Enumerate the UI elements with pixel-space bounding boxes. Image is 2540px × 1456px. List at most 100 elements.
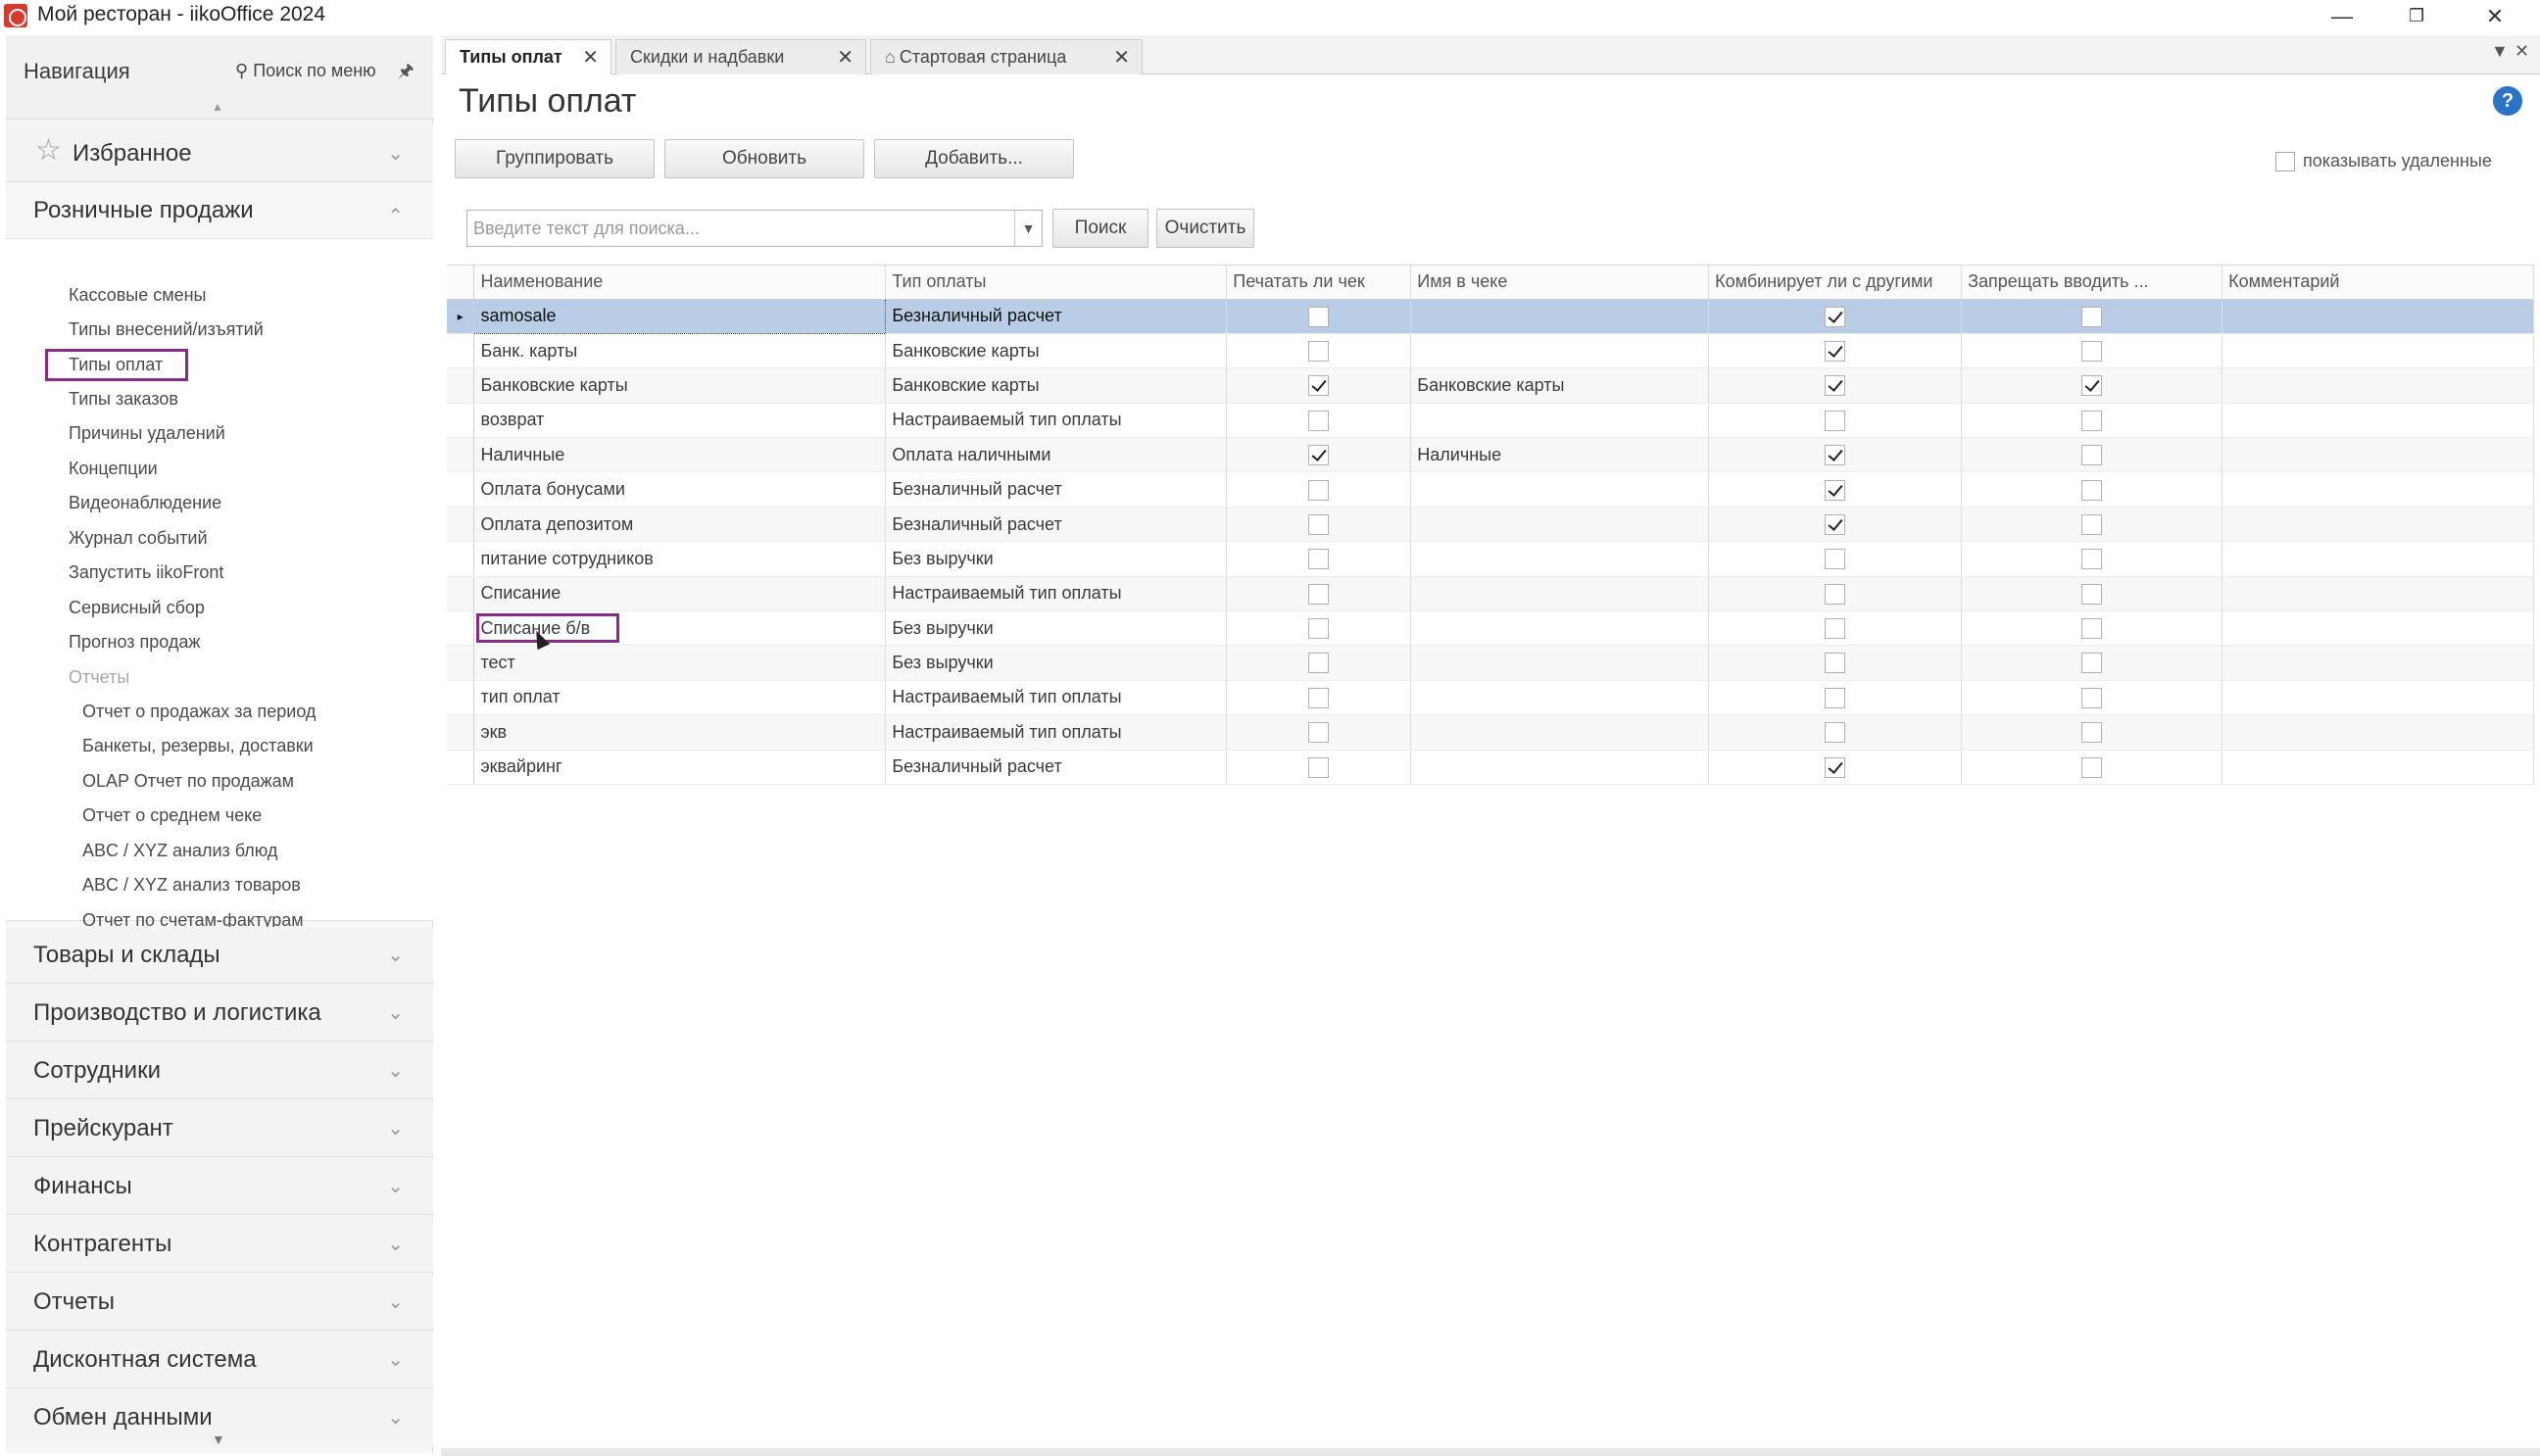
checkbox[interactable] xyxy=(1825,687,1846,708)
checkbox[interactable] xyxy=(1825,583,1846,605)
checkbox[interactable] xyxy=(2081,410,2103,431)
row-indicator[interactable] xyxy=(447,750,475,785)
cell-receipt-name[interactable] xyxy=(1410,299,1710,334)
cell-name[interactable]: тип оплат xyxy=(473,680,887,716)
cell-print[interactable] xyxy=(1226,437,1412,473)
cell-type[interactable]: Безналичный расчет xyxy=(885,750,1228,785)
row-indicator[interactable] xyxy=(447,610,475,647)
cell-comment[interactable] xyxy=(2222,680,2534,716)
cell-receipt-name[interactable]: Банковские карты xyxy=(1410,367,1710,404)
cell-forbid[interactable] xyxy=(1961,507,2223,543)
table-row[interactable]: Списание б/в Без выручки xyxy=(447,610,2534,647)
cell-combine[interactable] xyxy=(1708,645,1963,681)
close-icon[interactable]: ✕ xyxy=(582,45,599,70)
section-favorites[interactable]: ☆ Избранное ⌄ xyxy=(6,125,433,182)
checkbox[interactable] xyxy=(2081,513,2103,535)
help-icon[interactable]: ? xyxy=(2493,86,2522,116)
table-row[interactable]: тест Без выручки xyxy=(447,645,2534,681)
nav-report-banquets[interactable]: Банкеты, резервы, доставки xyxy=(82,736,314,756)
cell-receipt-name[interactable] xyxy=(1410,541,1710,577)
cell-type[interactable]: Настраиваемый тип оплаты xyxy=(885,714,1228,751)
cell-type[interactable]: Безналичный расчет xyxy=(885,471,1228,508)
nav-item-service-fee[interactable]: Сервисный сбор xyxy=(69,598,205,618)
checkbox[interactable] xyxy=(1308,653,1330,674)
checkbox[interactable] xyxy=(1308,756,1330,778)
section-goods[interactable]: Товары и склады ⌄ xyxy=(6,927,433,984)
cell-receipt-name[interactable] xyxy=(1410,403,1710,439)
cell-forbid[interactable] xyxy=(1961,471,2223,508)
row-indicator[interactable] xyxy=(447,680,475,716)
cell-forbid[interactable] xyxy=(1961,299,2223,334)
chevron-down-icon[interactable]: ▼ xyxy=(1014,211,1042,246)
cell-type[interactable]: Безналичный расчет xyxy=(885,507,1228,543)
checkbox[interactable] xyxy=(2081,340,2103,362)
table-row[interactable]: Наличные Оплата наличными Наличные xyxy=(447,437,2534,473)
cell-type[interactable]: Настраиваемый тип оплаты xyxy=(885,403,1228,439)
cell-name[interactable]: Наличные xyxy=(473,437,887,473)
cell-comment[interactable] xyxy=(2222,610,2534,647)
menu-search-button[interactable]: ⚲ Поиск по меню xyxy=(235,61,376,81)
cell-type[interactable]: Банковские карты xyxy=(885,333,1228,369)
cell-print[interactable] xyxy=(1226,367,1412,404)
nav-report-abc-dishes[interactable]: ABC / XYZ анализ блюд xyxy=(82,841,277,861)
nav-item-order-types[interactable]: Типы заказов xyxy=(69,389,178,410)
row-indicator[interactable] xyxy=(447,367,475,404)
cell-name[interactable]: Оплата депозитом xyxy=(473,507,887,543)
cell-combine[interactable] xyxy=(1708,333,1963,369)
cell-receipt-name[interactable] xyxy=(1410,680,1710,716)
section-finance[interactable]: Финансы ⌄ xyxy=(6,1158,433,1215)
table-row[interactable]: экв Настраиваемый тип оплаты xyxy=(447,714,2534,751)
minimize-button[interactable]: — xyxy=(2313,0,2371,32)
cell-comment[interactable] xyxy=(2222,645,2534,681)
cell-name[interactable]: экв xyxy=(473,714,887,751)
cell-receipt-name[interactable] xyxy=(1410,507,1710,543)
tab-list-dropdown-icon[interactable]: ▼ xyxy=(2491,41,2509,62)
checkbox[interactable] xyxy=(1308,722,1330,744)
tab-discounts[interactable]: Скидки и надбавки ✕ xyxy=(615,39,866,74)
cell-forbid[interactable] xyxy=(1961,610,2223,647)
cell-print[interactable] xyxy=(1226,714,1412,751)
checkbox[interactable] xyxy=(1308,549,1330,570)
section-production[interactable]: Производство и логистика ⌄ xyxy=(6,985,433,1042)
cell-forbid[interactable] xyxy=(1961,541,2223,577)
checkbox[interactable] xyxy=(1825,722,1846,744)
column-header-forbid[interactable]: Запрещать вводить ... xyxy=(1961,266,2223,300)
checkbox[interactable] xyxy=(1825,445,1846,466)
nav-item-sales-forecast[interactable]: Прогноз продаж xyxy=(69,632,200,653)
section-reports[interactable]: Отчеты ⌄ xyxy=(6,1274,433,1331)
restore-button[interactable]: ❐ xyxy=(2387,0,2446,32)
cell-name[interactable]: тест xyxy=(473,645,887,681)
search-button[interactable]: Поиск xyxy=(1052,209,1148,248)
cell-receipt-name[interactable] xyxy=(1410,576,1710,612)
cell-print[interactable] xyxy=(1226,610,1412,647)
column-header-combine[interactable]: Комбинирует ли с другими xyxy=(1708,266,1963,300)
cell-comment[interactable] xyxy=(2222,714,2534,751)
row-indicator[interactable] xyxy=(447,645,475,681)
show-deleted-toggle[interactable]: показывать удаленные xyxy=(2275,151,2492,171)
cell-type[interactable]: Без выручки xyxy=(885,610,1228,647)
checkbox[interactable] xyxy=(1825,479,1846,501)
checkbox[interactable] xyxy=(2081,375,2103,397)
cell-receipt-name[interactable] xyxy=(1410,645,1710,681)
checkbox[interactable] xyxy=(1825,410,1846,431)
nav-item-event-log[interactable]: Журнал событий xyxy=(69,528,208,549)
checkbox[interactable] xyxy=(1308,340,1330,362)
nav-item-cash-shifts[interactable]: Кассовые смены xyxy=(69,285,206,306)
cell-receipt-name[interactable] xyxy=(1410,610,1710,647)
checkbox[interactable] xyxy=(2081,618,2103,640)
section-retail[interactable]: Розничные продажи ⌃ xyxy=(6,182,433,239)
checkbox[interactable] xyxy=(2081,306,2103,327)
checkbox[interactable] xyxy=(2081,479,2103,501)
checkbox[interactable] xyxy=(1825,375,1846,397)
table-row[interactable]: Оплата депозитом Безналичный расчет xyxy=(447,507,2534,543)
nav-report-sales-period[interactable]: Отчет о продажах за период xyxy=(82,702,316,722)
cell-forbid[interactable] xyxy=(1961,750,2223,785)
cell-combine[interactable] xyxy=(1708,610,1963,647)
checkbox[interactable] xyxy=(1825,618,1846,640)
section-discounts[interactable]: Дисконтная система ⌄ xyxy=(6,1332,433,1388)
nav-report-olap[interactable]: OLAP Отчет по продажам xyxy=(82,771,294,792)
cell-name[interactable]: Банк. карты xyxy=(473,333,887,369)
cell-combine[interactable] xyxy=(1708,367,1963,404)
table-row[interactable]: Банковские карты Банковские карты Банковск… xyxy=(447,367,2534,404)
checkbox[interactable] xyxy=(1308,513,1330,535)
